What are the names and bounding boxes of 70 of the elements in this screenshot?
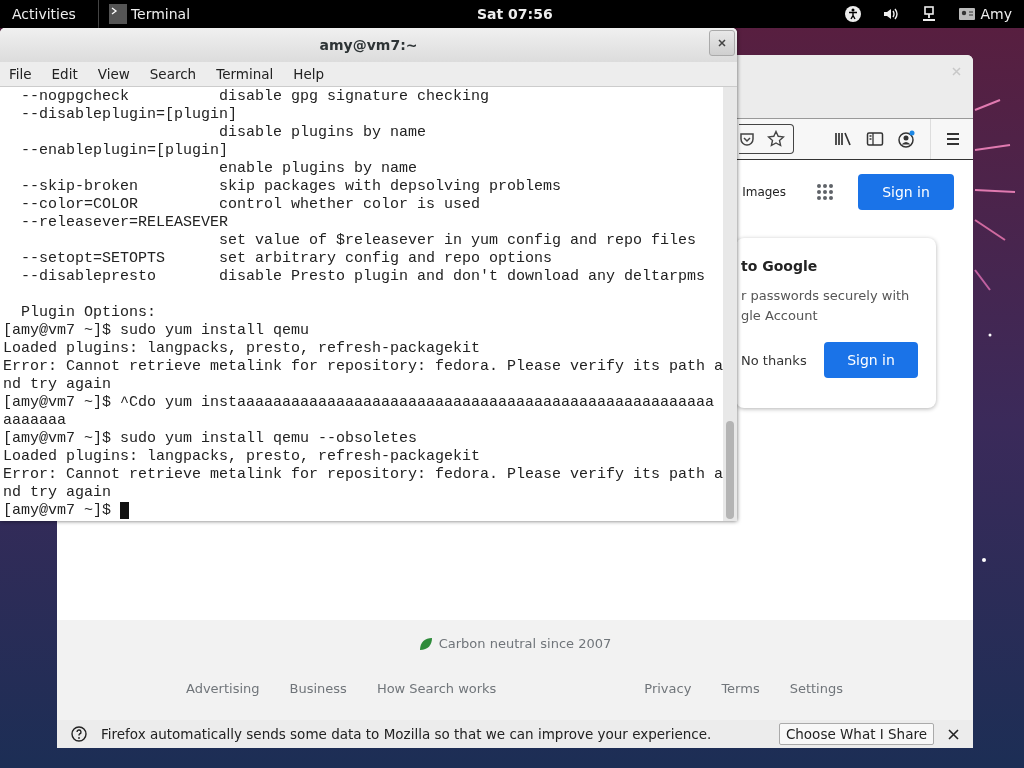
activities-button[interactable]: Activities bbox=[0, 6, 88, 22]
images-link[interactable]: Images bbox=[742, 185, 786, 199]
volume-icon[interactable] bbox=[882, 6, 899, 22]
notification-text: Firefox automatically sends some data to Mozilla so that we can improve your experience. bbox=[101, 726, 713, 742]
clock[interactable]: Sat 07:56 bbox=[477, 6, 553, 22]
terminal-line: --color=COLOR control whether color is used bbox=[20, 196, 481, 214]
terminal-line: Error: Cannot retrieve metalink for repository: fedora. Please verify its path a bbox=[3, 358, 723, 376]
carbon-text: Carbon neutral since 2007 bbox=[438, 636, 612, 651]
library-icon[interactable] bbox=[834, 131, 852, 147]
scrollbar[interactable] bbox=[723, 87, 737, 521]
terminal-line: disable plugins by name bbox=[218, 124, 427, 142]
footer-link[interactable]: Privacy bbox=[644, 681, 692, 696]
sign-in-button[interactable]: Sign in bbox=[858, 174, 954, 210]
text-cursor bbox=[120, 502, 130, 519]
terminal-line: --enableplugin=[plugin] bbox=[20, 142, 229, 160]
card-text: gle Account bbox=[741, 307, 819, 325]
sidebar-icon[interactable] bbox=[866, 131, 884, 147]
terminal-line: [amy@vm7 ~]$ ^Cdo yum instaaaaaaaaaaaaaaaaaaaaaaaaaaaaaaaaaaaaaaaaaaaaaaaaaaaaa bbox=[3, 394, 715, 412]
terminal-line: Error: Cannot retrieve metalink for repository: fedora. Please verify its path a bbox=[3, 466, 723, 484]
no-thanks-button[interactable]: No thanks bbox=[741, 352, 807, 368]
user-icon bbox=[958, 8, 975, 20]
user-menu[interactable]: Amy bbox=[958, 6, 1012, 22]
terminal-line: set value of $releasever in yum config and repo files bbox=[218, 232, 697, 250]
pocket-icon[interactable] bbox=[739, 131, 755, 147]
footer-link[interactable]: Settings bbox=[789, 681, 843, 696]
address-bar[interactable] bbox=[739, 124, 794, 154]
apps-grid-icon[interactable] bbox=[816, 183, 834, 201]
terminal-line: --disableplugin=[plugin] bbox=[20, 106, 238, 124]
terminal-line: aaaaaaa bbox=[3, 412, 66, 430]
menu-icon[interactable] bbox=[945, 132, 961, 146]
footer-link[interactable]: Advertising bbox=[186, 681, 260, 696]
star-icon[interactable] bbox=[767, 130, 785, 148]
terminal-line: --skip-broken skip packages with depsolving problems bbox=[20, 178, 562, 196]
terminal-line: --setopt=SETOPTS set arbitrary config and repo options bbox=[20, 250, 553, 268]
close-icon[interactable] bbox=[948, 728, 959, 740]
terminal-line: nd try again bbox=[3, 376, 112, 394]
window-title: amy@vm7:~ bbox=[319, 37, 418, 53]
terminal-line: enable plugins by name bbox=[218, 160, 418, 178]
close-icon bbox=[718, 39, 726, 47]
choose-share-button[interactable]: Choose What I Share bbox=[778, 723, 934, 745]
accessibility-icon[interactable] bbox=[844, 6, 861, 22]
terminal-line: [amy@vm7 ~]$ sudo yum install qemu --obsoletes bbox=[3, 430, 418, 448]
footer-link[interactable]: How Search works bbox=[376, 681, 497, 696]
terminal-line: --releasever=RELEASEVER bbox=[20, 214, 229, 232]
account-icon[interactable] bbox=[898, 130, 916, 148]
menu-item[interactable]: Help bbox=[293, 66, 325, 82]
terminal-line: Plugin Options: bbox=[20, 304, 157, 322]
footer-link[interactable]: Business bbox=[289, 681, 347, 696]
card-title: to Google bbox=[741, 258, 819, 274]
footer-link[interactable]: Terms bbox=[721, 681, 760, 696]
menu-item[interactable]: View bbox=[97, 66, 130, 82]
terminal-line: [amy@vm7 ~]$ bbox=[3, 502, 113, 520]
terminal-line: Loaded plugins: langpacks, presto, refresh-packagekit bbox=[3, 340, 481, 358]
menu-item[interactable]: Search bbox=[149, 66, 197, 82]
menu-item[interactable]: Terminal bbox=[216, 66, 274, 82]
terminal-line: --nogpgcheck disable gpg signature checking bbox=[20, 88, 490, 106]
terminal-line: Loaded plugins: langpacks, presto, refresh-packagekit bbox=[3, 448, 481, 466]
scrollbar-thumb[interactable] bbox=[726, 421, 734, 519]
sign-in-button[interactable]: Sign in bbox=[824, 342, 918, 378]
menu-item[interactable]: Edit bbox=[51, 66, 78, 82]
close-button[interactable] bbox=[709, 30, 735, 56]
leaf-icon bbox=[418, 636, 433, 651]
terminal-line: nd try again bbox=[3, 484, 112, 502]
help-icon bbox=[71, 726, 87, 742]
terminal-line: [amy@vm7 ~]$ sudo yum install qemu bbox=[3, 322, 310, 340]
terminal-line: --disablepresto disable Presto plugin and don't download any deltarpms bbox=[20, 268, 706, 286]
menu-item[interactable]: File bbox=[9, 66, 32, 82]
network-icon[interactable] bbox=[920, 6, 937, 22]
terminal-icon bbox=[108, 4, 127, 24]
card-text: r passwords securely with bbox=[741, 287, 911, 305]
